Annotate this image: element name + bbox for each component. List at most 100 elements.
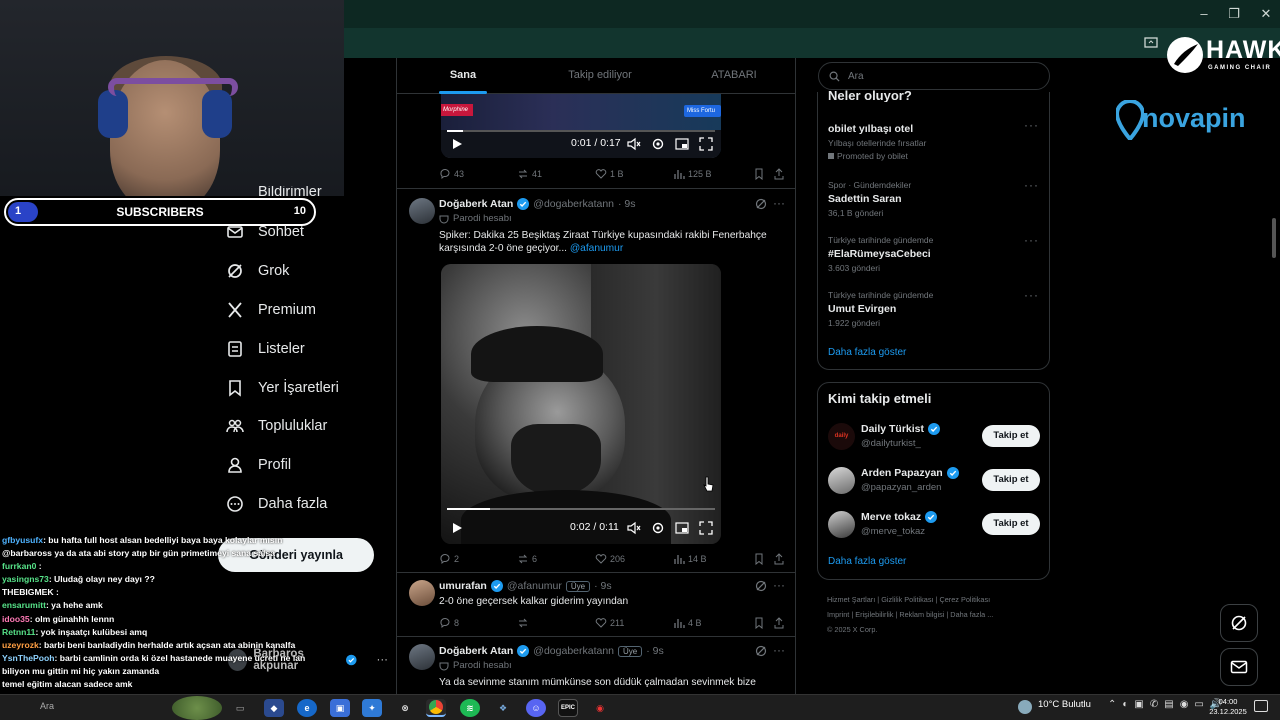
chat-username[interactable]: furrkan0 [2, 561, 36, 571]
grok-icon[interactable] [755, 645, 767, 657]
trend-item[interactable]: Spor · Gündemdekiler Sadettin Saran 36,1… [828, 180, 1038, 218]
mute-icon[interactable] [627, 137, 641, 151]
fullscreen-icon[interactable] [699, 137, 713, 151]
views-button[interactable]: 125 B [673, 168, 712, 180]
nav-item-premium[interactable]: Premium [226, 298, 316, 322]
chat-username[interactable]: gfbyusufx [2, 535, 43, 545]
picture-in-picture-icon[interactable] [675, 521, 689, 535]
discord-icon[interactable]: ☺ [526, 699, 546, 717]
reply-button[interactable]: 2 [439, 553, 459, 565]
author-handle[interactable]: @dogaberkatann [533, 198, 614, 210]
search-input[interactable]: Ara [818, 62, 1050, 90]
scrollbar-thumb[interactable] [1272, 218, 1276, 258]
post-video-player[interactable]: 0:02 / 0:11 [441, 264, 721, 544]
reply-button[interactable]: 8 [439, 617, 459, 629]
edge-icon[interactable]: e [297, 699, 317, 717]
clock[interactable]: 04:00 23.12.2025 [1204, 697, 1252, 717]
avatar[interactable] [409, 644, 435, 670]
weather-text[interactable]: 10°C Bulutlu [1038, 699, 1091, 710]
fullscreen-icon[interactable] [699, 521, 713, 535]
epic-games-icon[interactable]: EPIC [558, 699, 578, 717]
repost-button[interactable] [517, 617, 532, 629]
tab-for-you[interactable]: Sana özel [439, 58, 487, 115]
nav-item-more[interactable]: Daha fazla [226, 492, 327, 516]
obs-icon[interactable]: ◉ [590, 699, 610, 717]
more-icon[interactable]: ··· [1024, 118, 1039, 132]
mute-icon[interactable] [627, 521, 641, 535]
trend-item[interactable]: Türkiye tarihinde gündemde Umut Evirgen … [828, 290, 1038, 328]
close-button[interactable]: ✕ [1258, 6, 1274, 22]
notification-center-icon[interactable] [1254, 700, 1268, 712]
author-handle[interactable]: @dogaberkatann [533, 645, 614, 657]
app-icon[interactable]: ❖ [493, 699, 513, 717]
mention-link[interactable]: @afanumur [570, 243, 623, 254]
chat-username[interactable]: idoo35 [2, 614, 30, 624]
settings-gear-icon[interactable] [651, 137, 665, 151]
grok-icon[interactable] [755, 198, 767, 210]
maximize-button[interactable]: ❐ [1226, 6, 1242, 22]
minimize-button[interactable]: – [1196, 6, 1212, 22]
repost-button[interactable]: 41 [517, 168, 542, 180]
follow-suggestion[interactable]: Merve tokaz @merve_tokaz Takip et [828, 509, 1040, 541]
avatar[interactable] [409, 198, 435, 224]
reply-button[interactable]: 43 [439, 168, 464, 180]
footer-link[interactable]: Reklam bilgisi [899, 610, 944, 619]
avatar[interactable] [409, 580, 435, 606]
more-icon[interactable]: ··· [1024, 288, 1039, 302]
footer-link[interactable]: Daha fazla ... [950, 610, 993, 619]
more-icon[interactable]: ··· [377, 654, 389, 666]
spotify-icon[interactable]: ≋ [460, 699, 480, 717]
share-button[interactable] [773, 617, 785, 629]
nav-item-notifications[interactable]: Bildirimler [226, 186, 322, 200]
views-button[interactable]: 14 B [673, 553, 707, 565]
more-icon[interactable]: ··· [773, 643, 785, 657]
tab-following[interactable]: Takip ediliyor [563, 58, 637, 94]
more-icon[interactable]: ··· [773, 196, 785, 210]
store-icon[interactable]: ▣ [330, 699, 350, 717]
chat-username[interactable]: THEBIGMEK [2, 587, 54, 597]
grok-fab-button[interactable] [1220, 604, 1258, 642]
more-icon[interactable]: ··· [773, 578, 785, 592]
play-icon[interactable] [451, 138, 463, 150]
follow-show-more-link[interactable]: Daha fazla göster [828, 556, 906, 567]
screen-share-icon[interactable] [1144, 36, 1158, 50]
footer-link[interactable]: Imprint [827, 610, 849, 619]
follow-suggestion[interactable]: daily Daily Türkist @dailyturkist_ Takip… [828, 421, 1040, 453]
views-button[interactable]: 4 B [673, 617, 702, 629]
follow-button[interactable]: Takip et [982, 513, 1040, 535]
like-button[interactable]: 211 [595, 617, 624, 629]
nav-item-lists[interactable]: Listeler [226, 337, 305, 361]
trend-item[interactable]: obilet yılbaşı otel Yılbaşı otellerinde … [828, 120, 1038, 161]
bookmark-button[interactable] [753, 168, 765, 180]
taskbar-search[interactable]: Ara [40, 701, 54, 711]
follow-button[interactable]: Takip et [982, 425, 1040, 447]
chat-username[interactable]: uzeyrozk [2, 640, 39, 650]
more-icon[interactable]: ··· [1024, 233, 1039, 247]
author-name[interactable]: Doğaberk Atan [439, 645, 513, 657]
footer-link[interactable]: Erişilebilirlik [855, 610, 893, 619]
weather-widget-image[interactable] [172, 696, 222, 720]
trends-show-more-link[interactable]: Daha fazla göster [828, 347, 906, 358]
chat-username[interactable]: YsnThePooh [2, 653, 55, 663]
app-icon[interactable]: ✦ [362, 699, 382, 717]
nav-item-chat[interactable]: Sohbet [226, 220, 304, 244]
more-icon[interactable]: ··· [1024, 178, 1039, 192]
copilot-icon[interactable]: ◆ [264, 699, 284, 717]
follow-suggestion[interactable]: Arden Papazyan @papazyan_arden Takip et [828, 465, 1040, 497]
tab-atabari[interactable]: ATABARI [709, 58, 759, 94]
nav-item-grok[interactable]: Grok [226, 259, 289, 283]
like-button[interactable]: 206 [595, 553, 625, 565]
chat-username[interactable]: Retnn11 [2, 627, 35, 637]
grok-icon[interactable] [755, 580, 767, 592]
share-button[interactable] [773, 553, 785, 565]
nav-item-communities[interactable]: Topluluklar [226, 414, 327, 438]
picture-in-picture-icon[interactable] [675, 137, 689, 151]
chat-username[interactable]: ensarumitt [2, 600, 46, 610]
share-button[interactable] [773, 168, 785, 180]
bookmark-button[interactable] [753, 617, 765, 629]
messages-fab-button[interactable] [1220, 648, 1258, 686]
author-name[interactable]: umurafan [439, 580, 487, 592]
footer-link[interactable]: Çerez Politikası [939, 595, 990, 604]
xbox-icon[interactable]: ⊗ [395, 699, 415, 717]
settings-gear-icon[interactable] [651, 521, 665, 535]
